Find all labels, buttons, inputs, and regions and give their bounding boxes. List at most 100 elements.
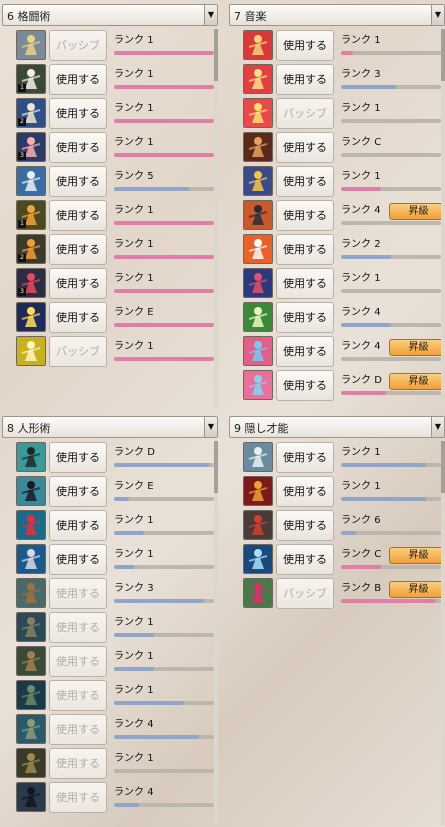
golem-doll-icon[interactable]: [16, 714, 46, 744]
skill-row: 使用する ランク 1: [16, 645, 216, 679]
chevron-down-icon[interactable]: ▼: [204, 417, 217, 437]
rank-text: ランク C: [341, 133, 381, 148]
fighter-red-icon[interactable]: [243, 510, 273, 540]
marionette-icon[interactable]: [16, 680, 46, 710]
use-skill-button[interactable]: 使用する: [49, 748, 107, 779]
panel-header: 6 格闘術 ▼: [2, 4, 218, 26]
shadow-doll-icon[interactable]: [16, 612, 46, 642]
lute-icon[interactable]: [243, 30, 273, 60]
shield-cross-icon[interactable]: [243, 200, 273, 230]
chevron-down-icon[interactable]: ▼: [204, 5, 217, 25]
green-figure-icon[interactable]: [243, 302, 273, 332]
use-skill-button[interactable]: 使用する: [276, 30, 334, 61]
beast-doll-icon[interactable]: [16, 748, 46, 778]
use-skill-button[interactable]: 使用する: [49, 302, 107, 333]
rank-text: ランク 1: [341, 167, 381, 182]
black-knight-icon[interactable]: [16, 782, 46, 812]
use-skill-button[interactable]: 使用する: [49, 98, 107, 129]
rank-label: ランク: [114, 137, 144, 148]
scrollbar-thumb[interactable]: [214, 441, 218, 493]
fire-punch-icon[interactable]: 1: [16, 200, 46, 230]
rank-up-button[interactable]: 昇級: [389, 373, 445, 390]
use-skill-button[interactable]: 使用する: [49, 612, 107, 643]
use-skill-button[interactable]: 使用する: [276, 442, 334, 473]
use-skill-button[interactable]: 使用する: [276, 234, 334, 265]
rank-up-button[interactable]: 昇級: [389, 203, 445, 220]
rank-text: ランク 1: [341, 31, 381, 46]
dodge-stance-icon[interactable]: 1: [16, 64, 46, 94]
use-skill-button[interactable]: 使用する: [276, 200, 334, 231]
use-skill-button[interactable]: 使用する: [49, 442, 107, 473]
leap-kick-icon[interactable]: [16, 166, 46, 196]
use-skill-button[interactable]: 使用する: [49, 578, 107, 609]
rank-progress-bar: [341, 153, 441, 157]
combo-strike-icon[interactable]: 3: [16, 132, 46, 162]
use-skill-button[interactable]: 使用する: [49, 544, 107, 575]
puppet-hat-icon[interactable]: [16, 442, 46, 472]
use-skill-button[interactable]: 使用する: [49, 510, 107, 541]
rank-label: ランク: [114, 617, 144, 628]
rank-progress-fill: [341, 531, 356, 535]
passive-button[interactable]: パッシブ: [49, 30, 107, 61]
passive-button[interactable]: パッシブ: [49, 336, 107, 367]
crossed-swords-icon[interactable]: [243, 268, 273, 298]
use-skill-button[interactable]: 使用する: [49, 782, 107, 813]
rising-flame-icon[interactable]: 2: [16, 234, 46, 264]
use-skill-button[interactable]: 使用する: [276, 166, 334, 197]
demon-face-icon[interactable]: [243, 476, 273, 506]
red-dash-icon[interactable]: 3: [16, 268, 46, 298]
rank-up-button[interactable]: 昇級: [389, 581, 445, 598]
dark-performer-icon[interactable]: [243, 132, 273, 162]
use-skill-button[interactable]: 使用する: [276, 336, 334, 367]
exp-burst-icon[interactable]: [16, 302, 46, 332]
use-skill-button[interactable]: 使用する: [49, 646, 107, 677]
use-skill-button[interactable]: 使用する: [49, 680, 107, 711]
golden-horn-icon[interactable]: [243, 166, 273, 196]
rank-up-button[interactable]: 昇級: [389, 547, 445, 564]
spirit-form-icon[interactable]: [243, 442, 273, 472]
use-skill-button[interactable]: 使用する: [276, 370, 334, 401]
use-skill-button[interactable]: 使用する: [276, 544, 334, 575]
fist-gold-icon[interactable]: [16, 30, 46, 60]
blue-water-icon[interactable]: [243, 544, 273, 574]
scrollbar[interactable]: [214, 441, 218, 825]
use-skill-button[interactable]: 使用する: [276, 510, 334, 541]
use-skill-button[interactable]: 使用する: [276, 476, 334, 507]
passive-button[interactable]: パッシブ: [276, 98, 334, 129]
use-skill-button[interactable]: 使用する: [49, 476, 107, 507]
dancer-blue-icon[interactable]: [243, 336, 273, 366]
use-skill-button[interactable]: 使用する: [276, 132, 334, 163]
use-skill-button[interactable]: 使用する: [49, 166, 107, 197]
scrollbar-thumb[interactable]: [441, 441, 445, 493]
scrollbar-thumb[interactable]: [214, 29, 218, 81]
music-note-icon[interactable]: [243, 98, 273, 128]
yellow-fighter-icon[interactable]: [16, 336, 46, 366]
chevron-down-icon[interactable]: ▼: [431, 5, 444, 25]
bronze-doll-icon[interactable]: [16, 646, 46, 676]
dancer-pink-icon[interactable]: [243, 370, 273, 400]
use-skill-button[interactable]: 使用する: [49, 714, 107, 745]
armored-doll-icon[interactable]: [16, 544, 46, 574]
rank-up-button[interactable]: 昇級: [389, 339, 445, 356]
spin-kick-icon[interactable]: 2: [16, 98, 46, 128]
use-skill-button[interactable]: 使用する: [49, 132, 107, 163]
wooden-cross-icon[interactable]: [16, 578, 46, 608]
use-skill-button[interactable]: 使用する: [276, 268, 334, 299]
scrollbar[interactable]: [441, 441, 445, 825]
scrollbar[interactable]: [441, 29, 445, 408]
use-skill-button[interactable]: 使用する: [49, 234, 107, 265]
guitar-icon[interactable]: [243, 64, 273, 94]
use-skill-button[interactable]: 使用する: [276, 302, 334, 333]
passive-button[interactable]: パッシブ: [276, 578, 334, 609]
puppet-dark-icon[interactable]: [16, 476, 46, 506]
potion-flask-icon[interactable]: [243, 578, 273, 608]
sleep-spirit-icon[interactable]: [243, 234, 273, 264]
use-skill-button[interactable]: 使用する: [49, 64, 107, 95]
scrollbar-thumb[interactable]: [441, 29, 445, 81]
chevron-down-icon[interactable]: ▼: [431, 417, 444, 437]
scrollbar[interactable]: [214, 29, 218, 408]
use-skill-button[interactable]: 使用する: [276, 64, 334, 95]
use-skill-button[interactable]: 使用する: [49, 200, 107, 231]
use-skill-button[interactable]: 使用する: [49, 268, 107, 299]
red-hair-doll-icon[interactable]: [16, 510, 46, 540]
